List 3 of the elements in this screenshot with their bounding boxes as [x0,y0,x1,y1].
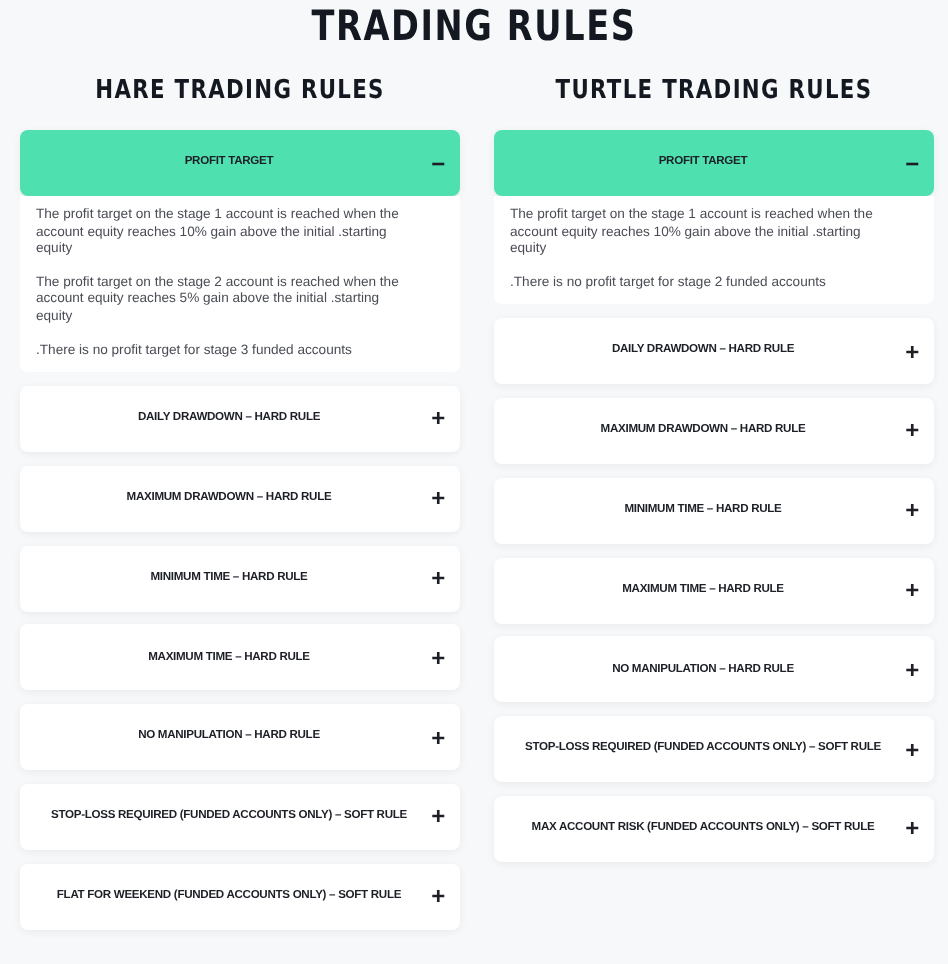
column-title: HARE TRADING RULES [93,74,387,110]
page-title: TRADING RULES [309,0,639,50]
column-title: TURTLE TRADING RULES [553,74,875,110]
